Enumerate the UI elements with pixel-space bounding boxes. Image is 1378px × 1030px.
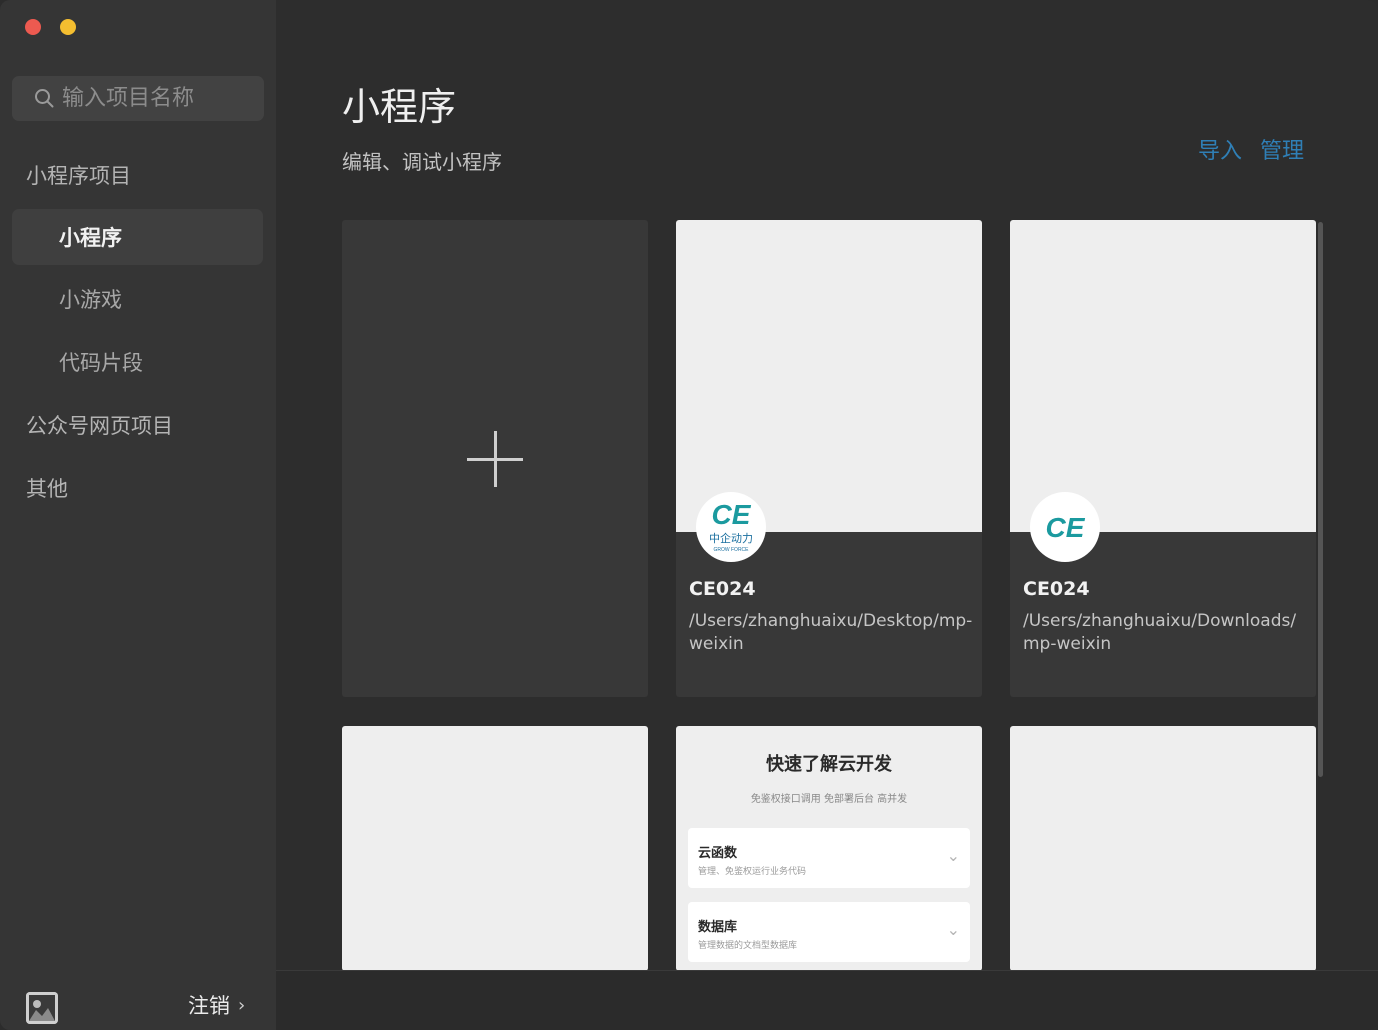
project-card[interactable]: CE 中企动力 GROW FORCE CE024 /Users/zhanghua… <box>676 220 982 697</box>
cloud-dev-preview-card[interactable]: 快速了解云开发 免鉴权接口调用 免部署后台 高并发 云函数 管理、免鉴权运行业务… <box>676 726 982 971</box>
sidebar-item-label: 小程序 <box>59 226 122 250</box>
project-path: /Users/zhanghuaixu/Downloads/mp-weixin <box>1023 611 1297 654</box>
main-content: 小程序 编辑、调试小程序 导入 管理 CE 中企动力 GROW FORCE CE… <box>276 0 1378 971</box>
svg-text:CE: CE <box>1046 512 1086 543</box>
sidebar-item-label: 代码片段 <box>59 351 143 375</box>
sidebar-section-miniprogram-projects[interactable]: 小程序项目 <box>26 160 131 190</box>
cloud-item-title: 云函数 <box>698 846 738 861</box>
project-name: CE024 <box>689 578 756 600</box>
page-subtitle: 编辑、调试小程序 <box>342 150 502 174</box>
project-logo: CE 中企动力 GROW FORCE <box>696 492 766 562</box>
sidebar-item-code-snippets[interactable]: 代码片段 <box>12 334 263 390</box>
project-name: CE024 <box>1023 578 1090 600</box>
svg-text:GROW FORCE: GROW FORCE <box>714 547 750 553</box>
import-button[interactable]: 导入 <box>1198 133 1242 165</box>
search-icon <box>35 89 54 108</box>
project-card-thumbnail[interactable] <box>1010 726 1316 971</box>
cloud-preview-subtitle: 免鉴权接口调用 免部署后台 高并发 <box>750 794 908 805</box>
project-path: /Users/zhanghuaixu/Desktop/mp-weixin <box>689 611 973 654</box>
page-title: 小程序 <box>342 85 457 129</box>
avatar[interactable] <box>26 992 58 1024</box>
chevron-right-icon: › <box>238 994 246 1016</box>
sidebar: 小程序项目 小程序 小游戏 代码片段 公众号网页项目 其他 注销 › <box>0 0 276 1030</box>
svg-text:中企动力: 中企动力 <box>709 531 753 545</box>
sidebar-item-label: 小游戏 <box>59 288 122 312</box>
scrollbar[interactable] <box>1318 222 1323 777</box>
cloud-preview-title: 快速了解云开发 <box>766 754 892 775</box>
manage-button[interactable]: 管理 <box>1260 133 1304 165</box>
cloud-item-desc: 管理数据的文档型数据库 <box>698 941 798 951</box>
sidebar-item-miniprogram[interactable]: 小程序 <box>12 209 263 265</box>
logout-label: 注销 <box>188 994 230 1018</box>
chevron-down-icon: ⌄ <box>946 846 960 865</box>
minimize-window-button[interactable] <box>60 19 76 35</box>
cloud-preview-item: 数据库 管理数据的文档型数据库 ⌄ <box>688 902 970 962</box>
ce-logo-icon: CE <box>1046 512 1086 543</box>
project-logo: CE <box>1030 492 1100 562</box>
new-project-card[interactable] <box>342 220 648 697</box>
project-thumbnail <box>1010 220 1316 532</box>
project-card[interactable]: CE CE024 /Users/zhanghuaixu/Downloads/mp… <box>1010 220 1316 697</box>
cloud-item-desc: 管理、免鉴权运行业务代码 <box>698 867 807 877</box>
bottom-bar <box>276 970 1378 1030</box>
close-window-button[interactable] <box>25 19 41 35</box>
search-box <box>12 76 264 121</box>
plus-icon-vertical <box>494 431 497 487</box>
app-window: 小程序项目 小程序 小游戏 代码片段 公众号网页项目 其他 注销 › 小程序 编… <box>0 0 1378 1030</box>
cloud-preview-item: 云函数 管理、免鉴权运行业务代码 ⌄ <box>688 828 970 888</box>
search-input[interactable] <box>62 76 262 121</box>
svg-text:CE: CE <box>712 499 752 530</box>
project-card-thumbnail[interactable] <box>342 726 648 971</box>
chevron-down-icon: ⌄ <box>946 920 960 939</box>
sidebar-section-other[interactable]: 其他 <box>26 473 68 503</box>
avatar-image <box>26 992 58 1024</box>
sidebar-item-minigame[interactable]: 小游戏 <box>12 271 263 327</box>
cloud-item-title: 数据库 <box>698 920 738 935</box>
ce-logo-icon: CE 中企动力 GROW FORCE <box>709 499 753 553</box>
project-thumbnail <box>676 220 982 532</box>
logout-button[interactable]: 注销 › <box>188 990 245 1020</box>
sidebar-section-official-account-web[interactable]: 公众号网页项目 <box>26 410 173 440</box>
